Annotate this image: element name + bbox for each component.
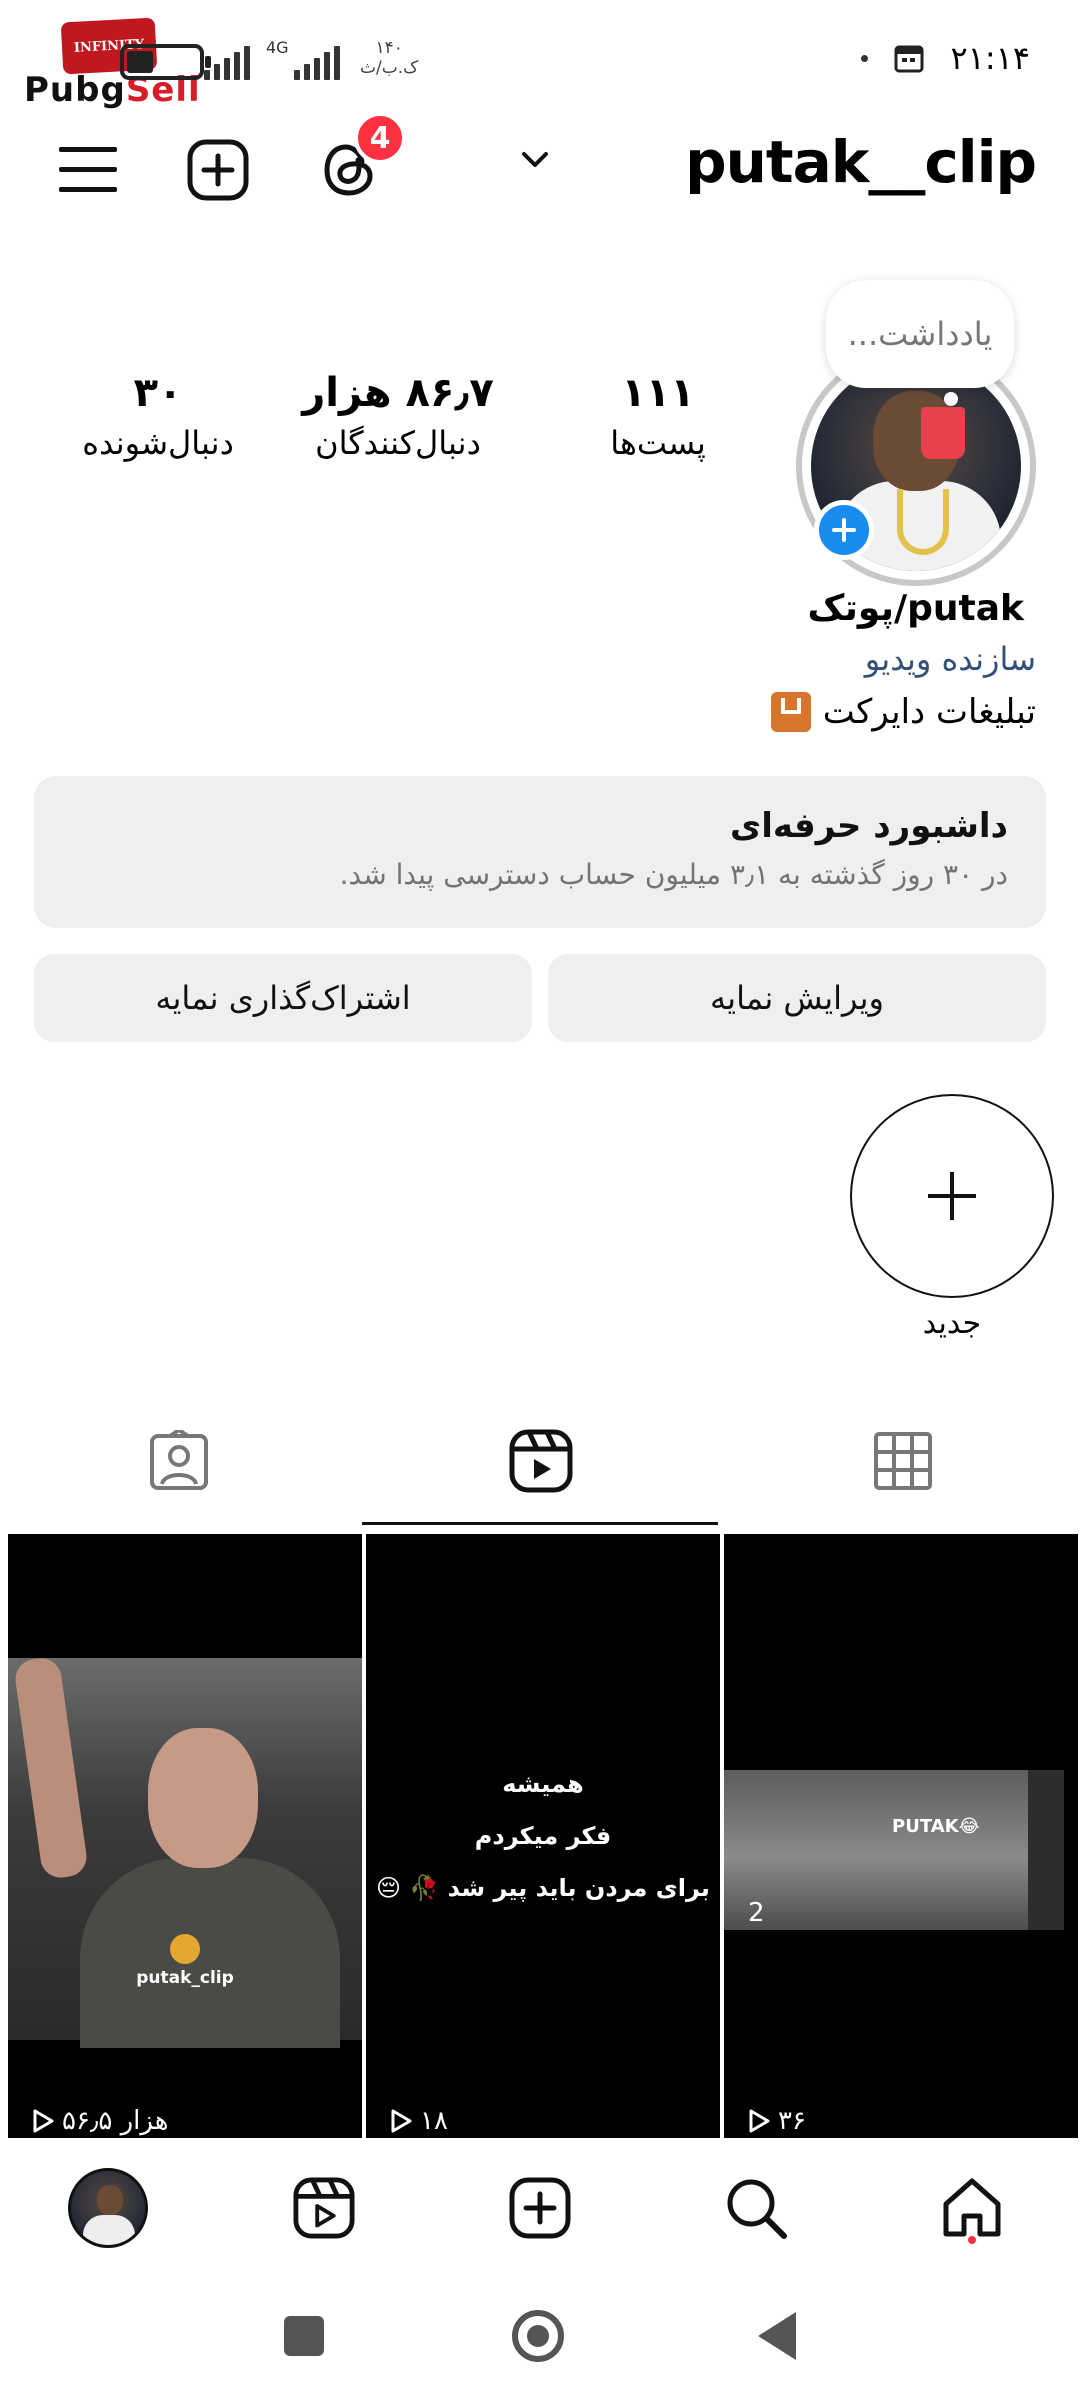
recent-apps-button[interactable] <box>284 2316 324 2356</box>
plus-icon <box>832 518 856 542</box>
add-story-button[interactable] <box>814 500 874 560</box>
stat-following[interactable]: ۳۰ دنبال‌شونده <box>48 370 268 462</box>
note-placeholder: یادداشت... <box>847 315 993 353</box>
play-icon <box>391 2109 412 2133</box>
edit-profile-button[interactable]: ویرایش نمایه <box>548 954 1046 1042</box>
new-highlight-label: جدید <box>922 1306 982 1341</box>
share-profile-button[interactable]: اشتراک‌گذاری نمایه <box>34 954 532 1042</box>
note-bubble[interactable]: یادداشت... <box>826 280 1014 388</box>
calendar-icon <box>894 45 924 73</box>
profile-bio: تبلیغات دایرکت <box>770 692 1036 732</box>
nav-reels[interactable] <box>284 2168 364 2248</box>
reels-icon <box>509 1429 573 1493</box>
home-notification-dot <box>968 2236 976 2244</box>
reel-watermark: putak_clip <box>8 1934 362 1988</box>
inbox-tray-icon <box>770 692 811 732</box>
reel-overlay-label: PUTAK😂 <box>892 1816 980 1837</box>
home-button[interactable] <box>512 2310 564 2362</box>
view-count-text: ۳۶ <box>778 2106 806 2136</box>
account-switcher-username[interactable]: putak__clip <box>685 128 1037 196</box>
dashboard-title: داشبورد حرفه‌ای <box>730 806 1008 846</box>
stat-followers-value: ۸۶٫۷ هزار <box>302 370 494 416</box>
reel-caption-overlay: همیشه فکر میکردم برای مردن باید پیر شد 🥀… <box>366 1770 720 1926</box>
tab-grid[interactable] <box>868 1426 938 1496</box>
network-speed-value: ۱۴۰ <box>375 38 403 58</box>
stat-followers-label: دنبال‌کنندگان <box>315 424 481 462</box>
reel-view-count: ۳۶ <box>746 2106 806 2136</box>
view-count-text: ۵۶٫۵ هزار <box>62 2106 169 2136</box>
grid-icon <box>874 1432 932 1490</box>
network-speed-unit: ک.ب/ث <box>360 58 419 78</box>
nav-avatar <box>68 2168 148 2248</box>
back-button[interactable] <box>758 2312 796 2360</box>
tagged-person-icon <box>150 1430 208 1490</box>
network-type: 4G <box>266 38 289 57</box>
caption-line: برای مردن باید پیر شد 🥀 😔 <box>376 1874 710 1902</box>
stat-following-label: دنبال‌شونده <box>82 424 234 462</box>
notification-dot-icon <box>861 54 869 62</box>
profile-display-name: putak/پوتک <box>807 588 1024 629</box>
active-tab-indicator <box>362 1522 718 1525</box>
logo-text-part1: Pubg <box>24 70 126 110</box>
reel-thumbnail[interactable]: PUTAK😂 2 ۳۶ <box>724 1534 1078 2138</box>
hamburger-menu-icon[interactable] <box>56 138 120 202</box>
bio-text: تبلیغات دایرکت <box>822 692 1036 732</box>
signal-strength-icon <box>204 44 250 80</box>
reel-thumbnail-image: putak_clip <box>8 1655 362 2048</box>
dashboard-subtitle: در ۳۰ روز گذشته به ۳٫۱ میلیون حساب دسترس… <box>339 858 1008 891</box>
tab-tagged[interactable] <box>144 1426 214 1496</box>
play-icon <box>33 2109 54 2133</box>
professional-dashboard[interactable]: داشبورد حرفه‌ای در ۳۰ روز گذشته به ۳٫۱ م… <box>34 776 1046 928</box>
reel-view-count: ۱۸ <box>388 2106 448 2136</box>
reels-icon <box>293 2177 355 2239</box>
caption-line: همیشه <box>502 1770 584 1798</box>
clock: ۲۱:۱۴ <box>950 39 1030 77</box>
status-bar-left: INFINITY PubgSell 4G ۱۴۰ ک.ب/ث <box>24 17 424 110</box>
new-highlight-button[interactable] <box>850 1094 1054 1298</box>
plus-icon <box>928 1172 976 1220</box>
profile-category: سازنده ویدیو <box>864 640 1036 678</box>
status-bar-right: ۲۱:۱۴ <box>861 38 1030 78</box>
nav-search[interactable] <box>716 2168 796 2248</box>
reel-thumbnail[interactable]: همیشه فکر میکردم برای مردن باید پیر شد 🥀… <box>366 1534 720 2138</box>
stat-posts-value: ۱۱۱ <box>621 370 695 416</box>
stat-posts-label: پست‌ها <box>610 424 706 462</box>
view-count-text: ۱۸ <box>420 2106 448 2136</box>
nav-create[interactable] <box>500 2168 580 2248</box>
stat-following-value: ۳۰ <box>133 370 183 416</box>
reel-thumbnail-image: PUTAK😂 2 <box>724 1770 1064 1930</box>
reel-view-count: ۵۶٫۵ هزار <box>30 2106 168 2136</box>
play-icon <box>749 2109 770 2133</box>
stat-posts[interactable]: ۱۱۱ پست‌ها <box>548 370 768 462</box>
chevron-down-icon[interactable] <box>520 150 550 170</box>
note-bubble-tail <box>944 392 958 406</box>
plus-square-icon <box>509 2177 571 2239</box>
reel-overlay-number: 2 <box>748 1898 765 1928</box>
caption-line: فکر میکردم <box>474 1822 612 1850</box>
reel-thumbnail[interactable]: putak_clip ۵۶٫۵ هزار <box>8 1534 362 2138</box>
signal-strength-icon-2 <box>294 44 340 80</box>
watermark-text: putak_clip <box>136 1968 234 1988</box>
notification-count-badge: 4 <box>354 112 406 164</box>
tab-reels[interactable] <box>506 1426 576 1496</box>
battery-icon <box>120 44 211 80</box>
network-speed: ۱۴۰ ک.ب/ث <box>360 38 418 78</box>
stat-followers[interactable]: ۸۶٫۷ هزار دنبال‌کنندگان <box>288 370 508 462</box>
create-plus-square-icon[interactable] <box>186 138 250 202</box>
home-icon <box>943 2178 1001 2237</box>
nav-profile[interactable] <box>68 2168 148 2248</box>
search-icon <box>727 2179 787 2239</box>
